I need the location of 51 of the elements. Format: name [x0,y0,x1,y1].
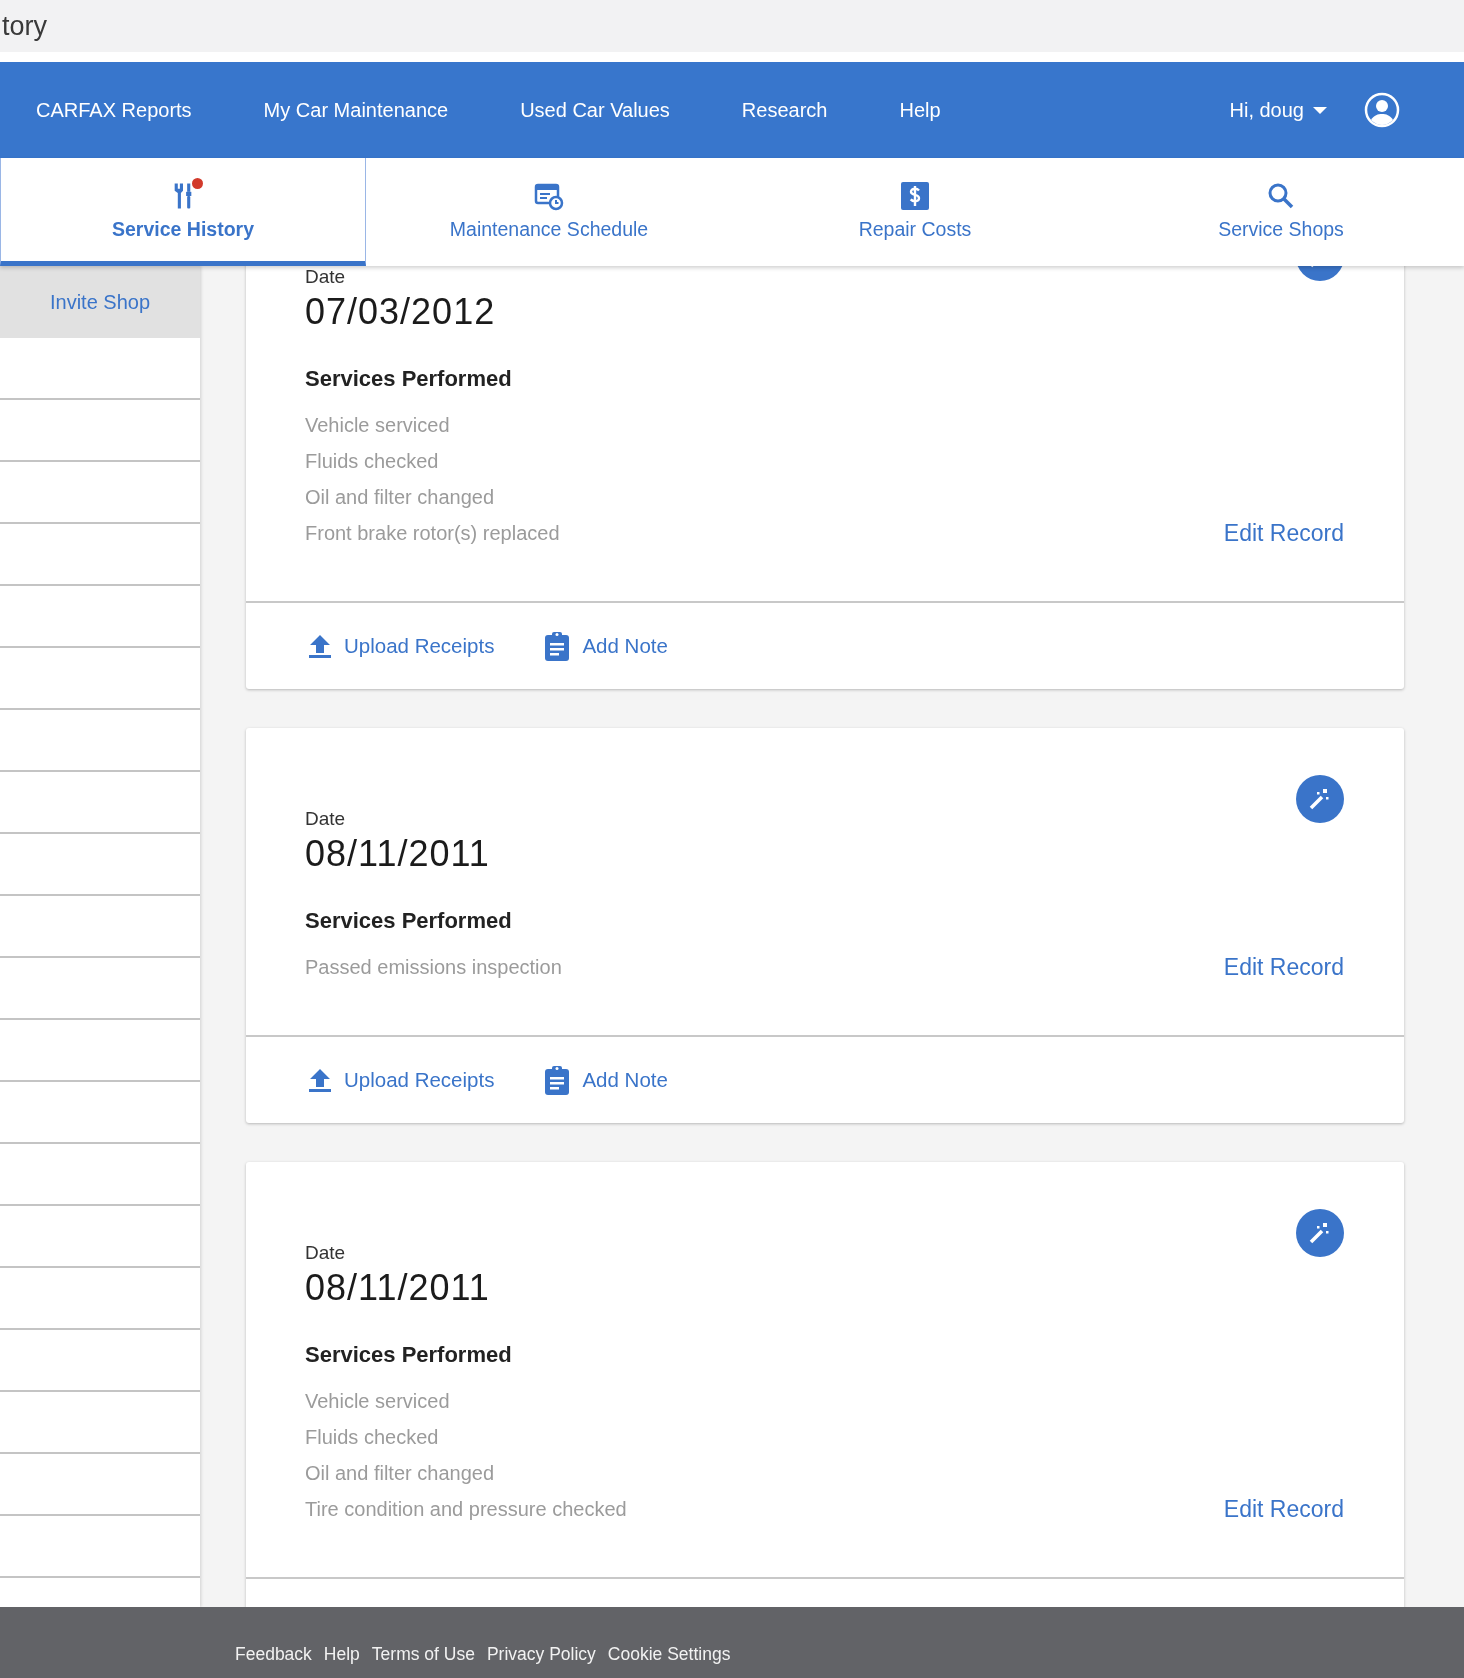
service-item: Fluids checked [305,1425,440,1450]
footer-link[interactable]: Privacy Policy [486,1644,596,1665]
upload-icon [308,633,332,659]
edit-record-link[interactable]: Edit Record [1223,949,1344,985]
services-heading: Services Performed [305,1341,513,1369]
nav-link[interactable]: My Car Maintenance [263,98,449,122]
user-menu[interactable]: Hi, doug [1229,98,1304,122]
service-date: 07/03/2012 [305,291,497,333]
service-date: 08/11/2011 [305,833,491,875]
service-item: Oil and filter changed [305,485,495,510]
nav-link[interactable]: Research [741,98,828,122]
service-item: Passed emissions inspection [305,955,563,980]
sidebar-item[interactable]: Invite Shop [0,266,200,338]
tab[interactable]: Repair Costs [732,158,1098,266]
service-item: Oil and filter changed [305,1461,495,1486]
service-item: Vehicle serviced [305,1389,451,1414]
date-label: Date [305,266,347,289]
dollar-icon [899,180,931,212]
wrench-screwdriver-icon [174,183,192,209]
edit-record-link[interactable]: Edit Record [1223,1491,1344,1527]
magic-wand-button[interactable] [1296,775,1344,823]
nav-link[interactable]: CARFAX Reports [36,98,192,122]
footer-link[interactable]: Terms of Use [371,1644,475,1665]
magic-wand-button[interactable] [1296,1209,1344,1257]
clipboard-icon [544,631,571,661]
service-date: 08/11/2011 [305,1267,491,1309]
tab[interactable]: Service Shops [1098,158,1464,266]
service-item: Tire condition and pressure checked [305,1497,628,1522]
services-heading: Services Performed [305,907,513,935]
add-note-link[interactable]: Add Note [544,631,668,661]
service-item: Front brake rotor(s) replaced [305,521,561,546]
footer-link[interactable]: Help [323,1644,360,1665]
footer-link[interactable]: Feedback [235,1644,312,1665]
service-item: Vehicle serviced [305,413,451,438]
services-heading: Services Performed [305,365,513,393]
upload-receipts-link[interactable]: Upload Receipts [308,1067,495,1093]
footer-link[interactable]: Cookie Settings [607,1644,731,1665]
service-item: Fluids checked [305,449,440,474]
edit-record-link[interactable]: Edit Record [1223,515,1344,551]
date-label: Date [305,807,347,831]
user-avatar-icon[interactable] [1364,92,1400,128]
clipboard-icon [544,1065,571,1095]
caret-icon[interactable] [1312,106,1328,114]
add-note-link[interactable]: Add Note [544,1065,668,1095]
tab[interactable]: Maintenance Schedule [366,158,732,266]
nav-link[interactable]: Used Car Values [520,98,670,122]
upload-receipts-link[interactable]: Upload Receipts [308,633,495,659]
date-label: Date [305,1241,347,1265]
nav-link[interactable]: Help [899,98,941,122]
upload-icon [308,1067,332,1093]
page-title: tory [2,10,47,42]
